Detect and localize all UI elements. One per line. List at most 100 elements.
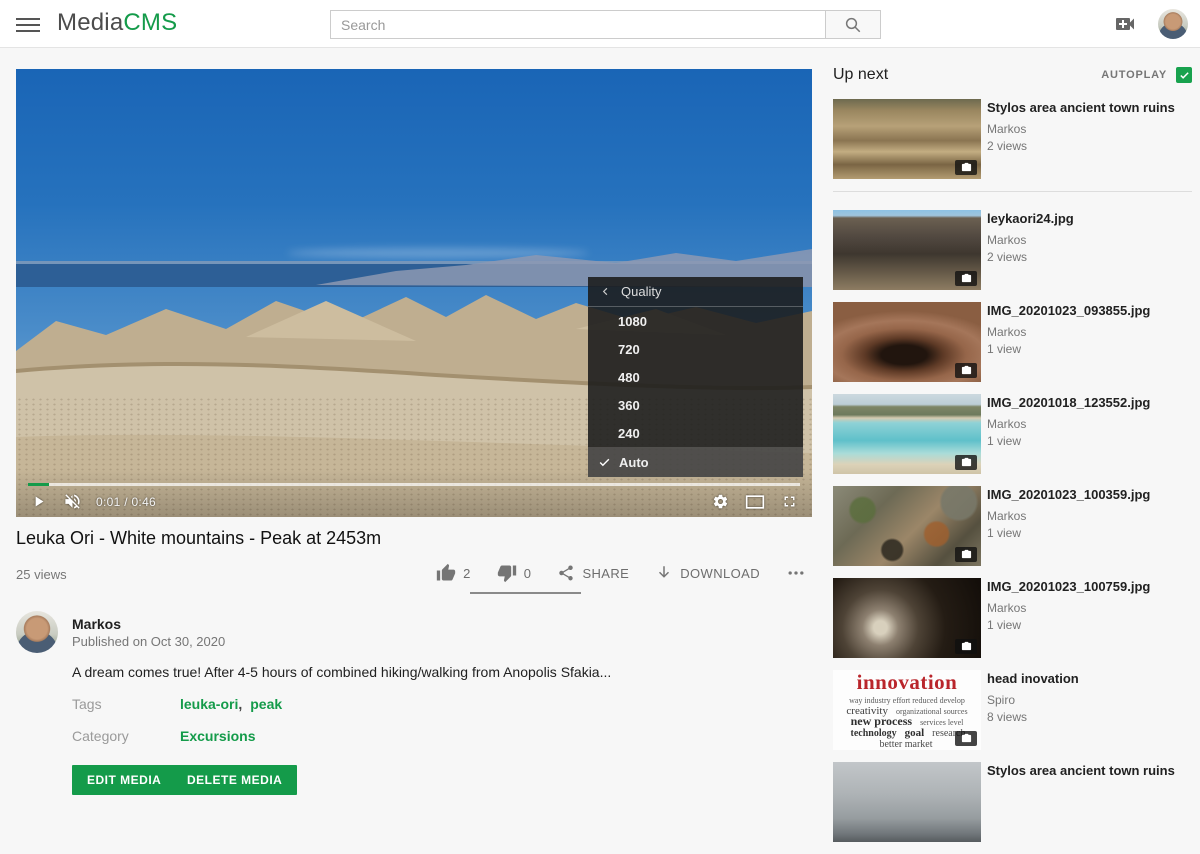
more-actions-button[interactable]: [786, 563, 806, 583]
item-author: Markos: [987, 325, 1150, 339]
tags-list: leuka-ori, peak: [180, 696, 282, 712]
author-name[interactable]: Markos: [72, 616, 121, 632]
thumbnail-img-100759[interactable]: [833, 578, 981, 658]
quality-menu: Quality 1080 720 480 360 240 Auto: [588, 277, 803, 477]
tag-link-leuka-ori[interactable]: leuka-ori: [180, 696, 238, 712]
video-player[interactable]: 0:01 / 0:46 Quality 1080 720 480 360 240…: [16, 69, 812, 517]
like-count: 2: [463, 566, 471, 581]
thumbnail-stylos-ruins[interactable]: [833, 99, 981, 179]
thumbnail-img-093855[interactable]: [833, 302, 981, 382]
logo-cms: CMS: [123, 9, 177, 36]
item-views: 2 views: [987, 139, 1175, 153]
image-media-badge: [955, 639, 977, 654]
up-next-title: Up next: [833, 66, 888, 84]
published-date: Published on Oct 30, 2020: [72, 634, 225, 649]
item-author: Markos: [987, 509, 1150, 523]
item-views: 2 views: [987, 250, 1074, 264]
time-display: 0:01 / 0:46: [96, 495, 156, 509]
thumbnail-img-123552[interactable]: [833, 394, 981, 474]
quality-option-1080[interactable]: 1080: [588, 307, 803, 335]
volume-muted-icon[interactable]: [63, 492, 82, 511]
quality-option-240[interactable]: 240: [588, 419, 803, 447]
menu-icon[interactable]: [16, 14, 40, 34]
item-author: Spiro: [987, 693, 1079, 707]
share-label: SHARE: [582, 566, 629, 581]
play-icon[interactable]: [30, 493, 47, 510]
autoplay-checkbox[interactable]: [1176, 67, 1192, 83]
image-media-badge: [955, 455, 977, 470]
more-horizontal-icon: [786, 563, 806, 583]
upload-media-icon[interactable]: [1113, 12, 1137, 36]
up-next-item[interactable]: IMG_20201023_100359.jpg Markos 1 view: [833, 486, 1192, 566]
up-next-item[interactable]: leykaori24.jpg Markos 2 views: [833, 210, 1192, 290]
theater-mode-icon[interactable]: [745, 494, 765, 510]
top-bar: MediaCMS: [0, 0, 1200, 48]
up-next-item[interactable]: Stylos area ancient town ruins: [833, 762, 1192, 842]
thumbnail-leykaori24[interactable]: [833, 210, 981, 290]
thumbnail-stylos-ruins-2[interactable]: [833, 762, 981, 842]
dislike-count: 0: [524, 566, 532, 581]
image-media-badge: [955, 731, 977, 746]
camera-icon: [961, 162, 972, 173]
sidebar-divider: [833, 191, 1192, 192]
item-title: IMG_20201018_123552.jpg: [987, 395, 1150, 411]
logo-media: Media: [57, 9, 123, 36]
thumbnail-head-inovation[interactable]: innovation way industry effort reduced d…: [833, 670, 981, 750]
camera-icon: [961, 549, 972, 560]
thumbs-up-icon: [436, 563, 456, 583]
quality-menu-back[interactable]: Quality: [588, 277, 803, 307]
item-author: Markos: [987, 417, 1150, 431]
up-next-item[interactable]: Stylos area ancient town ruins Markos 2 …: [833, 99, 1192, 179]
thumbs-down-icon: [497, 563, 517, 583]
action-bar: 2 0 SHARE DOWNLOAD: [470, 558, 806, 588]
item-title: leykaori24.jpg: [987, 211, 1074, 227]
settings-gear-icon[interactable]: [712, 493, 729, 510]
camera-icon: [961, 273, 972, 284]
fullscreen-icon[interactable]: [781, 493, 798, 510]
chevron-left-icon: [600, 286, 611, 297]
up-next-sidebar: Up next AUTOPLAY Stylos area ancient tow…: [833, 62, 1192, 854]
quality-option-720[interactable]: 720: [588, 335, 803, 363]
view-count: 25 views: [16, 567, 67, 582]
quality-option-auto[interactable]: Auto: [588, 447, 803, 477]
quality-menu-title: Quality: [621, 284, 661, 299]
camera-icon: [961, 733, 972, 744]
item-title: Stylos area ancient town ruins: [987, 763, 1175, 779]
quality-option-480[interactable]: 480: [588, 363, 803, 391]
camera-icon: [961, 365, 972, 376]
image-media-badge: [955, 363, 977, 378]
thumbnail-img-100359[interactable]: [833, 486, 981, 566]
quality-option-360[interactable]: 360: [588, 391, 803, 419]
search-button[interactable]: [825, 10, 881, 39]
category-link-excursions[interactable]: Excursions: [180, 728, 255, 744]
user-avatar[interactable]: [1158, 9, 1188, 39]
up-next-item[interactable]: IMG_20201023_100759.jpg Markos 1 view: [833, 578, 1192, 658]
logo[interactable]: MediaCMS: [57, 9, 177, 37]
share-icon: [557, 564, 575, 582]
dislike-button[interactable]: 0: [497, 563, 532, 583]
item-views: 1 view: [987, 526, 1150, 540]
share-button[interactable]: SHARE: [557, 564, 629, 582]
delete-media-button[interactable]: DELETE MEDIA: [172, 765, 297, 795]
check-icon: [1179, 70, 1190, 81]
item-author: Markos: [987, 233, 1074, 247]
like-button[interactable]: 2: [436, 563, 471, 583]
tag-link-peak[interactable]: peak: [250, 696, 282, 712]
up-next-item[interactable]: IMG_20201018_123552.jpg Markos 1 view: [833, 394, 1192, 474]
up-next-item[interactable]: IMG_20201023_093855.jpg Markos 1 view: [833, 302, 1192, 382]
tag-separator: ,: [238, 696, 242, 712]
edit-media-button[interactable]: EDIT MEDIA: [72, 765, 176, 795]
search-input[interactable]: [330, 10, 826, 39]
author-avatar[interactable]: [16, 611, 58, 653]
item-author: Markos: [987, 601, 1150, 615]
up-next-item[interactable]: innovation way industry effort reduced d…: [833, 670, 1192, 750]
wordcloud-main-word: innovation: [857, 672, 958, 692]
item-views: 1 view: [987, 342, 1150, 356]
item-title: head inovation: [987, 671, 1079, 687]
autoplay-label: AUTOPLAY: [1101, 69, 1167, 81]
search-icon: [844, 16, 862, 34]
category-label: Category: [72, 728, 129, 744]
item-views: 1 view: [987, 618, 1150, 632]
video-title: Leuka Ori - White mountains - Peak at 24…: [16, 528, 716, 549]
download-button[interactable]: DOWNLOAD: [655, 564, 760, 582]
